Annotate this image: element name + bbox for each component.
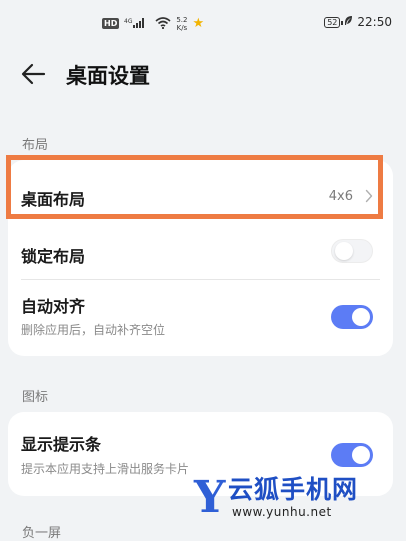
watermark-logo: Y 云狐手机网 www.yunhu.net [194,472,380,524]
lock-layout-title: 锁定布局 [21,247,86,266]
watermark-letter: Y [194,472,226,523]
arrow-left-icon[interactable] [20,62,46,90]
status-bar: HD 4G 5.2 K/s ★ 52 22:50 [0,0,406,44]
lock-layout-toggle[interactable] [331,239,373,263]
speed-value: 5.2 [176,15,188,24]
auto-align-subtitle: 删除应用后，自动补齐空位 [21,323,166,337]
clock: 22:50 [357,15,392,29]
show-hint-bar-toggle[interactable] [331,443,373,467]
status-right-group: 52 22:50 [324,15,392,29]
network-speed: 5.2 K/s [176,16,187,32]
wifi-icon [155,14,171,33]
watermark-url: www.yunhu.net [232,505,332,519]
battery-icon: 52 [324,16,344,28]
auto-align-toggle[interactable] [331,305,373,329]
show-hint-bar-title: 显示提示条 [21,435,102,454]
lock-layout-row: 锁定布局 [8,230,393,280]
page-title: 桌面设置 [66,64,150,88]
hd-icon: HD [102,18,120,29]
show-hint-bar-subtitle: 提示本应用支持上滑出服务卡片 [21,462,190,476]
section-label-icons: 图标 [22,390,49,405]
app-header: 桌面设置 [0,52,406,98]
section-label-minus-one: 负一屏 [22,526,62,541]
status-icons-group: HD 4G 5.2 K/s ★ [102,14,204,33]
signal-icon: 4G [124,14,150,33]
watermark-name: 云狐手机网 [228,475,359,504]
star-icon: ★ [192,15,205,31]
section-label-layout: 布局 [22,138,49,153]
speed-unit: K/s [176,23,188,32]
leaf-icon [344,15,353,29]
highlight-box [6,155,383,219]
auto-align-title: 自动对齐 [21,297,86,316]
auto-align-row: 自动对齐 删除应用后，自动补齐空位 [8,280,393,356]
network-type-label: 4G [124,18,133,25]
